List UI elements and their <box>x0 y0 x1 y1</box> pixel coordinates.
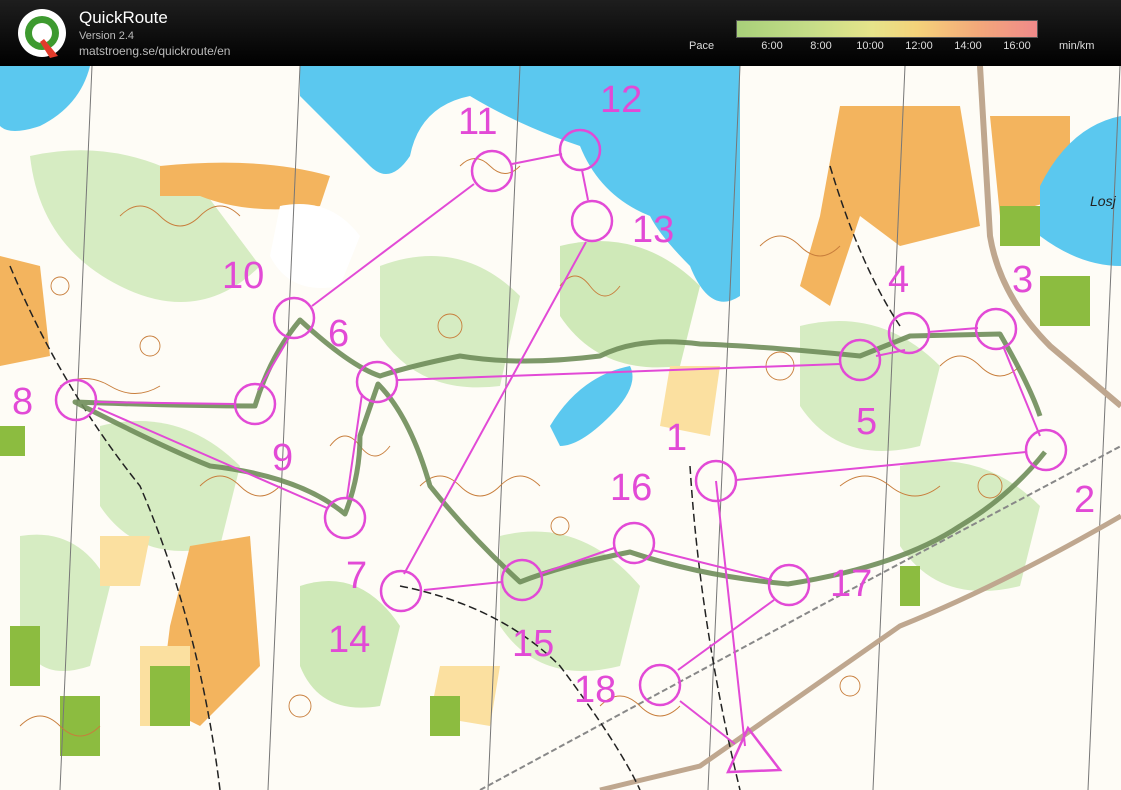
control-label: 10 <box>222 255 264 297</box>
map-canvas[interactable]: 1 2 3 4 5 6 7 8 9 10 11 12 13 14 15 16 1… <box>0 66 1121 790</box>
pace-tick: 16:00 <box>1003 40 1031 52</box>
control-label: 9 <box>272 437 293 479</box>
control-label: 15 <box>512 623 554 665</box>
control-label: 1 <box>666 417 687 459</box>
orienteering-map[interactable]: 1 2 3 4 5 6 7 8 9 10 11 12 13 14 15 16 1… <box>0 66 1121 790</box>
control-label: 11 <box>458 101 497 143</box>
control-label: 14 <box>328 619 370 661</box>
app-url[interactable]: matstroeng.se/quickroute/en <box>79 44 230 58</box>
pace-tick: 6:00 <box>761 40 783 52</box>
control-16-circle <box>612 521 656 565</box>
pace-tick: 8:00 <box>810 40 832 52</box>
pace-tick: 14:00 <box>954 40 982 52</box>
control-label: 8 <box>12 381 33 423</box>
control-label: 7 <box>346 555 367 597</box>
app-version: Version 2.4 <box>79 30 135 42</box>
pace-tick: 10:00 <box>856 40 884 52</box>
control-label: 17 <box>830 563 872 605</box>
control-label: 16 <box>610 467 652 509</box>
control-7-circle <box>323 496 367 540</box>
control-label: 13 <box>632 209 674 251</box>
pace-unit: min/km <box>1059 40 1095 52</box>
lake-name-label: Losj <box>1090 193 1117 209</box>
pace-label: Pace <box>689 40 715 52</box>
control-2-circle <box>1024 428 1068 472</box>
pace-color-scale <box>736 20 1038 38</box>
control-label: 6 <box>328 313 349 355</box>
pace-tick: 12:00 <box>905 40 933 52</box>
control-label: 3 <box>1012 259 1033 301</box>
control-13-circle <box>570 199 614 243</box>
control-label: 12 <box>600 79 642 121</box>
control-label: 5 <box>856 401 877 443</box>
control-11-circle <box>470 149 514 193</box>
app-title: QuickRoute <box>79 8 168 27</box>
control-14-circle <box>379 569 423 613</box>
control-3-circle <box>974 307 1018 351</box>
control-10-circle <box>272 296 316 340</box>
control-label: 18 <box>574 669 616 711</box>
control-label: 4 <box>888 259 909 301</box>
quickroute-logo-icon <box>18 9 66 58</box>
app-header: QuickRoute Version 2.4 matstroeng.se/qui… <box>0 0 1121 66</box>
control-label: 2 <box>1074 479 1095 521</box>
triangle-start-icon <box>726 725 783 774</box>
